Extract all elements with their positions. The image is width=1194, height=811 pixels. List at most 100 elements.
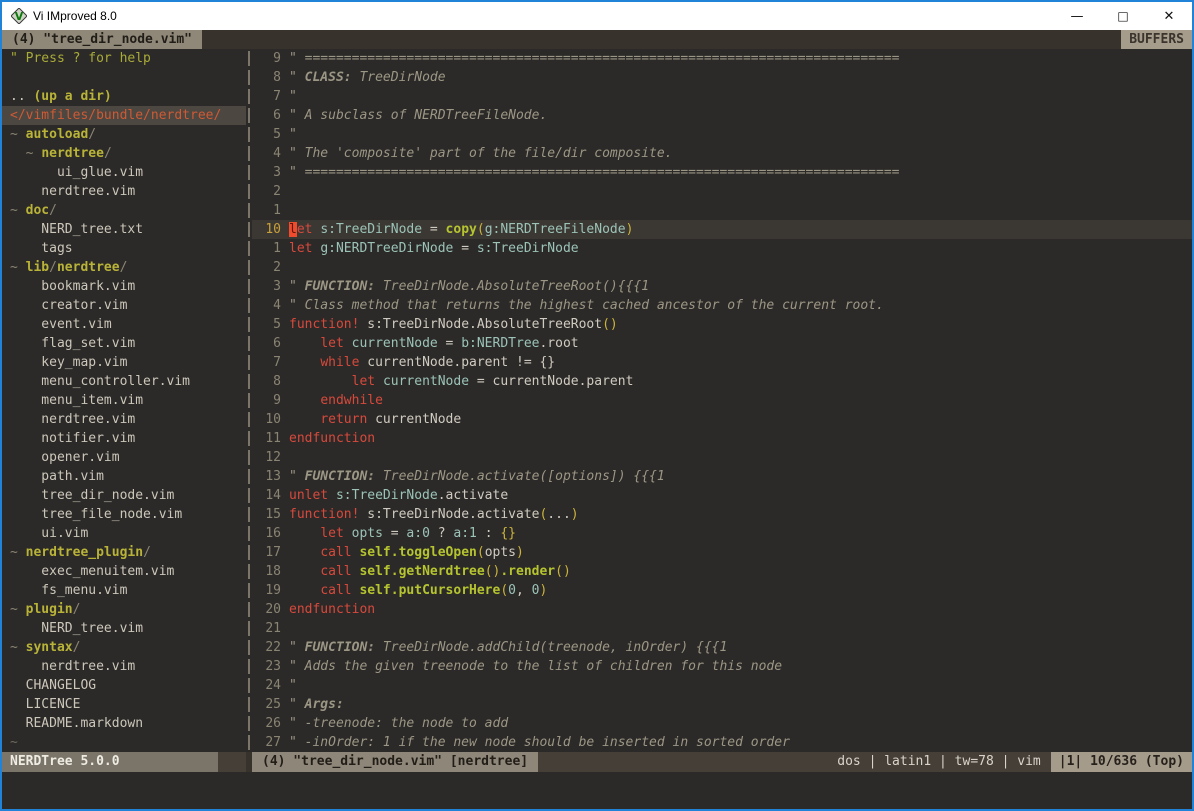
editor-line[interactable]: 3" =====================================… (252, 163, 1192, 182)
tree-file[interactable]: exec_menuitem.vim (2, 562, 246, 581)
maximize-icon[interactable]: □ (1100, 2, 1146, 30)
code-text (289, 201, 1192, 220)
tab-tree-dir-node[interactable]: (4) "tree_dir_node.vim" (2, 30, 202, 49)
editor-line[interactable]: 7 while currentNode.parent != {} (252, 353, 1192, 372)
tree-file[interactable]: flag_set.vim (2, 334, 246, 353)
editor-line[interactable]: 13" FUNCTION: TreeDirNode.activate([opti… (252, 467, 1192, 486)
tree-file[interactable]: nerdtree.vim (2, 410, 246, 429)
editor-line[interactable]: 16 let opts = a:0 ? a:1 : {} (252, 524, 1192, 543)
tree-root-path[interactable]: </vimfiles/bundle/nerdtree/ (2, 106, 246, 125)
line-number: 25 (252, 695, 289, 714)
tree-file[interactable]: path.vim (2, 467, 246, 486)
tree-file[interactable]: tree_file_node.vim (2, 505, 246, 524)
code-text: " ======================================… (289, 49, 1192, 68)
code-text: let g:NERDTreeDirNode = s:TreeDirNode (289, 239, 1192, 258)
editor-line[interactable]: 25" Args: (252, 695, 1192, 714)
editor-line[interactable]: 20endfunction (252, 600, 1192, 619)
tree-up-a-dir[interactable]: .. (up a dir) (2, 87, 246, 106)
tree-file[interactable]: tags (2, 239, 246, 258)
minimize-icon[interactable]: — (1054, 2, 1100, 30)
tree-file[interactable]: menu_controller.vim (2, 372, 246, 391)
editor-line[interactable]: 9" =====================================… (252, 49, 1192, 68)
tree-dir-nerdtree-plugin[interactable]: ~ nerdtree_plugin/ (2, 543, 246, 562)
tree-file[interactable]: README.markdown (2, 714, 246, 733)
editor-line[interactable]: 10 return currentNode (252, 410, 1192, 429)
tree-file[interactable]: opener.vim (2, 448, 246, 467)
editor-line[interactable]: 26" -treenode: the node to add (252, 714, 1192, 733)
editor-line[interactable]: 6" A subclass of NERDTreeFileNode. (252, 106, 1192, 125)
tree-file[interactable]: bookmark.vim (2, 277, 246, 296)
editor-panel[interactable]: 9 " =====================================… (252, 49, 1192, 752)
editor-line[interactable]: 7" (252, 87, 1192, 106)
tree-file[interactable]: key_map.vim (2, 353, 246, 372)
close-icon[interactable]: ✕ (1146, 2, 1192, 30)
tree-file[interactable]: event.vim (2, 315, 246, 334)
code-text: call self.toggleOpen(opts) (289, 543, 1192, 562)
editor-line[interactable]: 22" FUNCTION: TreeDirNode.addChild(treen… (252, 638, 1192, 657)
editor-line[interactable]: 4" The 'composite' part of the file/dir … (252, 144, 1192, 163)
tree-help-line[interactable]: " Press ? for help (2, 49, 246, 68)
tree-blank-line[interactable] (2, 68, 246, 87)
editor-line[interactable]: 18 call self.getNerdtree().render() (252, 562, 1192, 581)
tree-file[interactable]: NERD_tree.vim (2, 619, 246, 638)
editor-line[interactable]: 12 (252, 448, 1192, 467)
code-text: " (289, 87, 1192, 106)
editor-line[interactable]: 5function! s:TreeDirNode.AbsoluteTreeRoo… (252, 315, 1192, 334)
line-number: 1 (252, 201, 289, 220)
tree-file[interactable]: notifier.vim (2, 429, 246, 448)
editor-line[interactable]: 23" Adds the given treenode to the list … (252, 657, 1192, 676)
editor-line[interactable]: 19 call self.putCursorHere(0, 0) (252, 581, 1192, 600)
editor-line[interactable]: 1 (252, 201, 1192, 220)
tree-dir-syntax[interactable]: ~ syntax/ (2, 638, 246, 657)
editor-line[interactable]: 17 call self.toggleOpen(opts) (252, 543, 1192, 562)
line-number: 5 (252, 125, 289, 144)
editor-line[interactable]: 8" CLASS: TreeDirNode (252, 68, 1192, 87)
command-line-area (2, 772, 1192, 809)
editor-line[interactable]: 2 (252, 182, 1192, 201)
tree-file[interactable]: menu_item.vim (2, 391, 246, 410)
tree-file[interactable]: NERD_tree.txt (2, 220, 246, 239)
window-split-separator[interactable] (246, 49, 252, 752)
nerdtree-panel[interactable]: " Press ? for help .. (up a dir)</vimfile… (2, 49, 246, 752)
tree-file[interactable]: nerdtree.vim (2, 182, 246, 201)
editor-line[interactable]: 9 endwhile (252, 391, 1192, 410)
editor-line[interactable]: 8 let currentNode = currentNode.parent (252, 372, 1192, 391)
tree-file[interactable]: tree_dir_node.vim (2, 486, 246, 505)
tree-dir-autoload[interactable]: ~ autoload/ (2, 125, 246, 144)
tree-file[interactable]: CHANGELOG (2, 676, 246, 695)
line-number: 9 (252, 391, 289, 410)
tree-empty-tilde[interactable]: ~ (2, 733, 246, 752)
tree-dir-autoload-nerdtree[interactable]: ~ nerdtree/ (2, 144, 246, 163)
editor-line[interactable]: 2 (252, 258, 1192, 277)
tree-file[interactable]: nerdtree.vim (2, 657, 246, 676)
editor-line[interactable]: 4" Class method that returns the highest… (252, 296, 1192, 315)
line-number: 13 (252, 467, 289, 486)
tree-file[interactable]: ui_glue.vim (2, 163, 246, 182)
code-text: " FUNCTION: TreeDirNode.addChild(treenod… (289, 638, 1192, 657)
code-text: call self.putCursorHere(0, 0) (289, 581, 1192, 600)
editor-line[interactable]: 1let g:NERDTreeDirNode = s:TreeDirNode (252, 239, 1192, 258)
editor-line[interactable]: 6 let currentNode = b:NERDTree.root (252, 334, 1192, 353)
editor-line[interactable]: 14unlet s:TreeDirNode.activate (252, 486, 1192, 505)
tree-file[interactable]: ui.vim (2, 524, 246, 543)
titlebar[interactable]: V Vi IMproved 8.0 — □ ✕ (2, 2, 1192, 30)
editor-line[interactable]: 24" (252, 676, 1192, 695)
line-number: 7 (252, 87, 289, 106)
editor-line[interactable]: 15function! s:TreeDirNode.activate(...) (252, 505, 1192, 524)
line-number: 10 (252, 220, 289, 239)
tree-file[interactable]: fs_menu.vim (2, 581, 246, 600)
tree-dir-doc[interactable]: ~ doc/ (2, 201, 246, 220)
editor-line[interactable]: 21 (252, 619, 1192, 638)
editor-line[interactable]: 5" (252, 125, 1192, 144)
tree-dir-plugin[interactable]: ~ plugin/ (2, 600, 246, 619)
editor-line[interactable]: 10let s:TreeDirNode = copy(g:NERDTreeFil… (252, 220, 1192, 239)
editor-line[interactable]: 27" -inOrder: 1 if the new node should b… (252, 733, 1192, 752)
line-number: 27 (252, 733, 289, 752)
code-text: call self.getNerdtree().render() (289, 562, 1192, 581)
tree-dir-lib-nerdtree[interactable]: ~ lib/nerdtree/ (2, 258, 246, 277)
tree-file[interactable]: LICENCE (2, 695, 246, 714)
editor-line[interactable]: 3" FUNCTION: TreeDirNode.AbsoluteTreeRoo… (252, 277, 1192, 296)
editor-line[interactable]: 11endfunction (252, 429, 1192, 448)
line-number: 20 (252, 600, 289, 619)
tree-file[interactable]: creator.vim (2, 296, 246, 315)
